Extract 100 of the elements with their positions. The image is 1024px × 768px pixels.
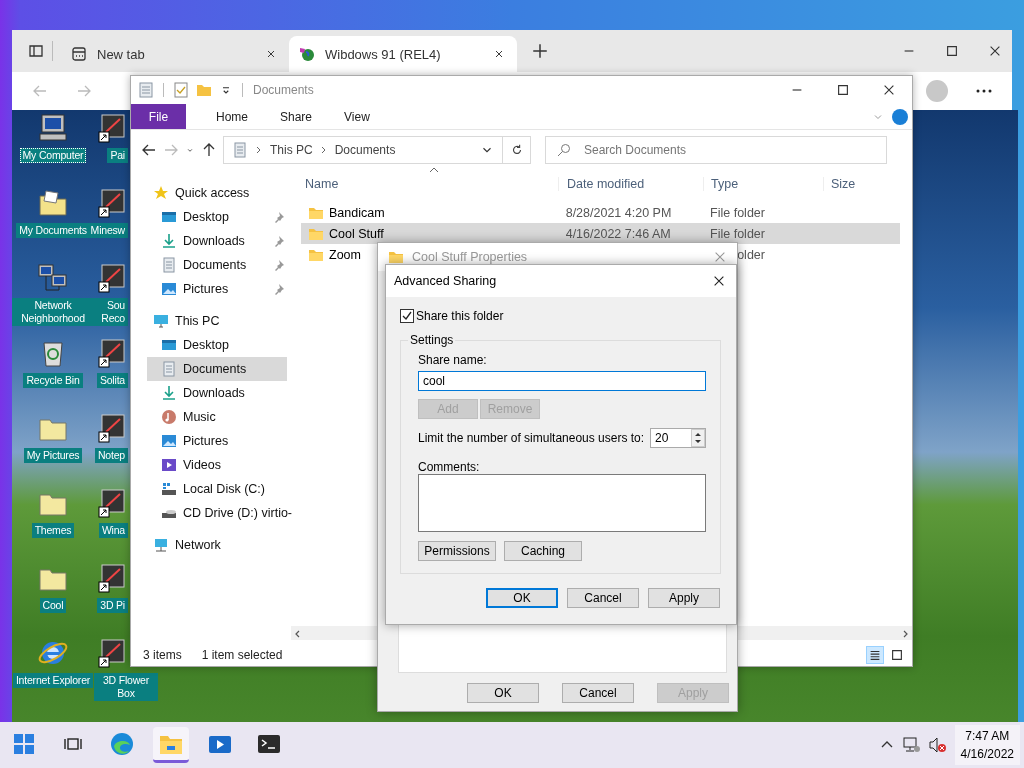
chevron-icon — [320, 146, 327, 154]
shortcut-icon[interactable] — [96, 187, 128, 219]
dialog-title: Advanced Sharing — [394, 274, 498, 288]
shortcut-icon[interactable] — [96, 337, 128, 369]
ok-button[interactable]: OK — [467, 683, 539, 703]
spin-arrows-icon[interactable] — [691, 429, 705, 447]
more-options-icon[interactable] — [976, 89, 992, 93]
ok-button[interactable]: OK — [486, 588, 558, 608]
nav-item[interactable]: Quick access — [153, 181, 287, 205]
address-bar[interactable]: This PC Documents — [223, 136, 503, 164]
network-computers-icon[interactable] — [37, 262, 69, 294]
file-menu-tab[interactable]: File — [131, 104, 186, 129]
search-field[interactable]: Search Documents — [545, 136, 887, 164]
desktop-icon-label[interactable]: Solita — [96, 373, 128, 388]
column-header[interactable]: Type — [703, 177, 823, 191]
nav-item[interactable]: Pictures — [161, 429, 287, 453]
nav-item[interactable]: Videos — [161, 453, 287, 477]
desktop-icon-label[interactable]: Sou Reco — [94, 298, 128, 326]
shortcut-icon[interactable] — [96, 487, 128, 519]
pin-icon — [273, 283, 285, 295]
star-icon — [153, 185, 169, 201]
comments-field[interactable] — [418, 474, 706, 532]
computer-icon[interactable] — [37, 112, 69, 144]
column-header[interactable]: Name — [301, 177, 558, 191]
file-type: older — [737, 247, 765, 262]
video-icon — [161, 457, 177, 473]
breadcrumb-item[interactable]: Documents — [334, 143, 396, 157]
desktop-icon-label[interactable]: Notep — [94, 448, 128, 463]
nav-item[interactable]: CD Drive (D:) virtio- — [161, 501, 293, 525]
up-arrow-icon[interactable] — [201, 142, 217, 158]
caching-button[interactable]: Caching — [504, 541, 582, 561]
field-label: Comments: — [418, 460, 481, 474]
close-icon[interactable] — [493, 48, 505, 60]
shortcut-icon[interactable] — [96, 412, 128, 444]
desktop-icon-label[interactable]: Wina — [98, 523, 128, 538]
status-text: 1 item selected — [201, 648, 283, 662]
maximize-icon[interactable] — [945, 44, 959, 58]
documents-folder-icon[interactable] — [37, 187, 69, 219]
sidebar-icon[interactable] — [28, 43, 44, 59]
close-icon[interactable] — [882, 83, 896, 97]
ribbon-tab[interactable]: View — [328, 104, 386, 129]
desktop-icon-label[interactable]: My Documents — [16, 223, 90, 238]
share-checkbox[interactable]: Share this folder — [400, 309, 720, 323]
help-icon[interactable] — [892, 108, 908, 125]
muted-speaker-icon[interactable] — [928, 737, 947, 753]
desktop-icon-label[interactable]: My Computer — [19, 148, 87, 163]
apply-button[interactable]: Apply — [648, 588, 720, 608]
network-icon[interactable] — [902, 737, 921, 753]
file-row[interactable]: Bandicam 8/28/2021 4:20 PM File folder — [301, 202, 900, 223]
desktop-icon-label[interactable]: Cool — [39, 598, 67, 613]
nav-item[interactable]: Pictures — [161, 277, 287, 301]
desktop-icon-label[interactable]: Recycle Bin — [23, 373, 83, 388]
nav-item[interactable]: Downloads — [161, 229, 287, 253]
browser-tab[interactable]: New tab — [61, 36, 289, 72]
document-icon — [232, 142, 248, 158]
desktop-icon-label[interactable]: Pai — [107, 148, 128, 163]
desktop-icon-label[interactable]: My Pictures — [23, 448, 83, 463]
desktop-icon-label[interactable]: 3D Pi — [97, 598, 128, 613]
share-name-field[interactable]: cool — [418, 371, 706, 391]
close-icon[interactable] — [712, 274, 726, 288]
desktop-icon-label[interactable]: Minesw — [87, 223, 128, 238]
shortcut-icon[interactable] — [96, 262, 128, 294]
nav-item[interactable]: Network — [153, 533, 287, 557]
breadcrumb-item[interactable]: This PC — [270, 143, 313, 157]
user-limit-spinbox[interactable]: 20 — [650, 428, 706, 448]
cancel-button[interactable]: Cancel — [567, 588, 639, 608]
shortcut-icon[interactable] — [96, 637, 128, 669]
clock[interactable]: 7:47 AM 4/16/2022 — [954, 725, 1020, 765]
ribbon-tab[interactable]: Home — [200, 104, 264, 129]
nav-item[interactable]: Music — [161, 405, 287, 429]
column-header[interactable]: Size — [823, 177, 903, 191]
nav-item[interactable]: Desktop — [161, 333, 287, 357]
refresh-button[interactable] — [503, 136, 531, 164]
file-type: File folder — [710, 205, 765, 220]
new-tab-plus-icon[interactable] — [531, 42, 549, 60]
browser-icon — [110, 731, 134, 756]
close-icon[interactable] — [988, 44, 1002, 58]
permissions-button[interactable]: Permissions — [418, 541, 496, 561]
shortcut-icon[interactable] — [96, 562, 128, 594]
desktop-icon-label[interactable]: Internet Explorer — [12, 673, 94, 688]
nav-item[interactable]: This PC — [153, 309, 287, 333]
desktop-icon-label[interactable]: Network Neighborhood — [12, 298, 94, 326]
download-icon — [161, 233, 177, 249]
maximize-icon[interactable] — [836, 83, 850, 97]
browser-tab[interactable]: Wibdows 91 (REL4) — [289, 36, 517, 72]
close-icon[interactable] — [265, 48, 277, 60]
search-icon — [557, 143, 571, 157]
nav-item[interactable]: Local Disk (C:) — [161, 477, 287, 501]
nav-item[interactable]: Documents — [161, 253, 287, 277]
column-header[interactable]: Date modified — [558, 177, 703, 191]
desktop-icon-label[interactable]: 3D Flower Box — [94, 673, 158, 701]
back-arrow-icon[interactable] — [141, 142, 157, 158]
shortcut-icon[interactable] — [96, 112, 128, 144]
ribbon-tab[interactable]: Share — [264, 104, 329, 129]
file-row[interactable]: Cool Stuff 4/16/2022 7:46 AM File folder — [301, 223, 900, 244]
nav-item[interactable]: Downloads — [161, 381, 287, 405]
nav-item[interactable]: Desktop — [161, 205, 287, 229]
cancel-button[interactable]: Cancel — [562, 683, 634, 703]
desktop-icon-label[interactable]: Themes — [31, 523, 75, 538]
folder-icon — [388, 249, 404, 265]
